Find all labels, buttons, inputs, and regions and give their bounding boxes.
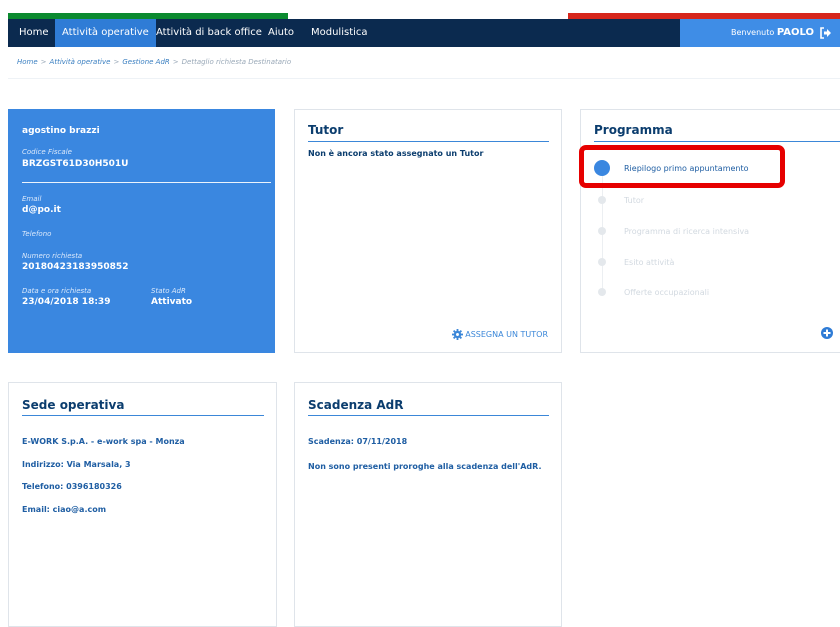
email-label: Email [22, 195, 42, 203]
breadcrumb-separator: > [172, 58, 179, 66]
breadcrumb-gestione[interactable]: Gestione AdR [122, 58, 169, 66]
step-label: Tutor [624, 195, 645, 205]
nav-back-office[interactable]: Attività di back office [149, 19, 269, 47]
sede-address: Indirizzo: Via Marsala, 3 [22, 460, 131, 469]
profile-divider [22, 182, 271, 183]
breadcrumb-separator: > [40, 58, 47, 66]
highlight-box [579, 145, 785, 188]
step-dot [598, 196, 606, 204]
tutor-card: Tutor Non è ancora stato assegnato un Tu… [294, 109, 562, 353]
breadcrumb-attivita[interactable]: Attività operative [50, 58, 111, 66]
plus-circle-icon[interactable] [821, 327, 833, 339]
step-esito: Esito attività [594, 255, 674, 269]
breadcrumb: Home > Attività operative > Gestione AdR > Det… [17, 58, 291, 66]
nav-home[interactable]: Home [12, 19, 56, 47]
sede-company: E-WORK S.p.A. - e-work spa - Monza [22, 437, 185, 446]
step-offerte: Offerte occupazionali [594, 285, 709, 299]
step-label: Offerte occupazionali [624, 287, 710, 297]
step-label: Programma di ricerca intensiva [624, 226, 750, 236]
date-value: 23/04/2018 18:39 [22, 297, 111, 307]
scadenza-note: Non sono presenti proroghe alla scadenza… [308, 462, 542, 471]
scadenza-title: Scadenza AdR [308, 398, 404, 412]
step-tutor: Tutor [594, 193, 644, 207]
profile-name: agostino brazzi [22, 126, 100, 136]
step-label: Esito attività [624, 257, 675, 267]
user-name: PAOLO [776, 27, 814, 38]
status-value: Attivato [151, 297, 193, 307]
breadcrumb-separator: > [113, 58, 120, 66]
tutor-title: Tutor [308, 123, 344, 137]
sede-title-underline [22, 415, 264, 416]
programma-title: Programma [594, 123, 673, 137]
cf-label: Codice Fiscale [22, 148, 72, 156]
top-navbar: Home Attività operative Attività di back… [8, 19, 840, 47]
date-label: Data e ora richiesta [22, 287, 92, 295]
nav-attivita-operative[interactable]: Attività operative [55, 19, 156, 47]
sede-phone: Telefono: 0396180326 [22, 482, 122, 491]
sede-title: Sede operativa [22, 398, 125, 412]
scadenza-date: Scadenza: 07/11/2018 [308, 437, 408, 446]
profile-card: agostino brazzi Codice Fiscale BRZGST61D… [8, 109, 275, 353]
breadcrumb-current: Dettaglio richiesta Destinatario [181, 58, 292, 66]
welcome-box: Benvenuto PAOLO [680, 19, 840, 47]
scadenza-card: Scadenza AdR Scadenza: 07/11/2018 Non so… [294, 382, 562, 627]
number-label: Numero richiesta [22, 252, 83, 260]
breadcrumb-home[interactable]: Home [17, 58, 38, 66]
step-dot [598, 227, 606, 235]
welcome-prefix: Benvenuto [730, 28, 775, 37]
step-dot [598, 258, 606, 266]
header-divider [8, 78, 840, 79]
step-programma-ricerca: Programma di ricerca intensiva [594, 224, 749, 238]
sede-card: Sede operativa E-WORK S.p.A. - e-work sp… [8, 382, 277, 627]
status-label: Stato AdR [151, 287, 186, 295]
assign-tutor-label: ASSEGNA UN TUTOR [465, 330, 548, 339]
nav-modulistica[interactable]: Modulistica [304, 19, 375, 47]
scadenza-title-underline [308, 415, 549, 416]
number-value: 20180423183950852 [22, 262, 129, 272]
phone-label: Telefono [22, 230, 52, 238]
cf-value: BRZGST61D30H501U [22, 159, 129, 169]
assign-tutor-button[interactable]: ASSEGNA UN TUTOR [452, 329, 548, 340]
step-dot [598, 288, 606, 296]
gear-icon [452, 329, 464, 340]
sede-email: Email: ciao@a.com [22, 505, 107, 514]
sign-out-icon[interactable] [820, 27, 832, 39]
programma-title-underline [594, 141, 840, 142]
tutor-message: Non è ancora stato assegnato un Tutor [308, 149, 484, 158]
email-value: d@po.it [22, 205, 61, 215]
tutor-title-underline [308, 141, 549, 142]
nav-aiuto[interactable]: Aiuto [261, 19, 301, 47]
